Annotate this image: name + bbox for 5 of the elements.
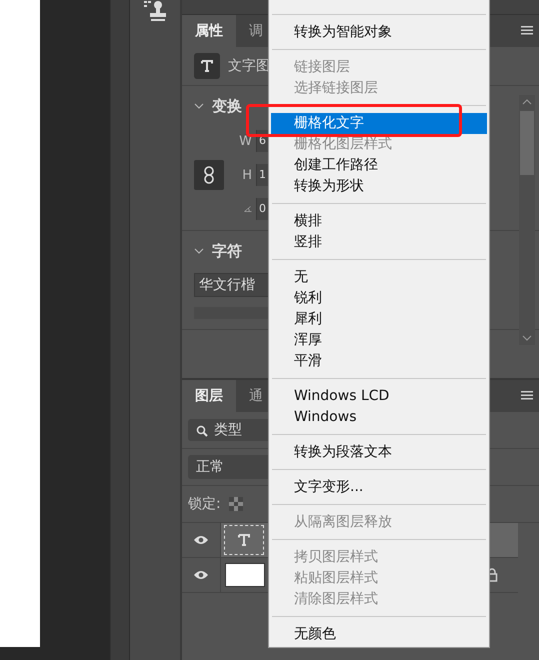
height-label: H — [242, 168, 252, 182]
section-title: 变换 — [212, 96, 242, 116]
section-title: 字符 — [212, 242, 242, 260]
width-label: W — [239, 134, 252, 148]
lock-label: 锁定: — [188, 495, 221, 513]
